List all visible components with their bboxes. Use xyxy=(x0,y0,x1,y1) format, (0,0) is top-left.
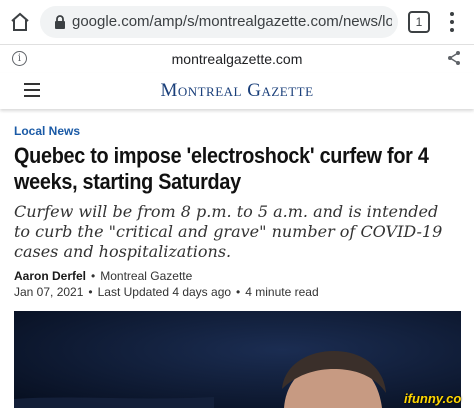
site-domain[interactable]: montrealgazette.com xyxy=(0,51,474,67)
amp-info-bar: i montrealgazette.com xyxy=(0,44,474,74)
dot-icon xyxy=(450,12,454,16)
lock-icon xyxy=(55,15,65,29)
home-icon xyxy=(11,12,29,31)
address-bar[interactable]: google.com/amp/s/montrealgazette.com/new… xyxy=(40,6,398,38)
section-label[interactable]: Local News xyxy=(14,124,80,138)
site-logo[interactable]: Montreal Gazette xyxy=(0,80,474,102)
byline: Aaron Derfel • Montreal Gazette xyxy=(14,269,192,283)
home-button[interactable] xyxy=(8,10,32,34)
hero-image[interactable] xyxy=(14,311,461,408)
article-headline: Quebec to impose 'electroshock' curfew f… xyxy=(14,143,429,194)
publish-date: Jan 07, 2021 xyxy=(14,285,84,299)
dot-icon xyxy=(450,20,454,24)
author-link[interactable]: Aaron Derfel xyxy=(14,269,86,283)
more-menu-button[interactable] xyxy=(444,10,460,34)
tab-switcher-button[interactable]: 1 xyxy=(408,11,430,33)
read-time: 4 minute read xyxy=(245,285,319,299)
browser-toolbar: google.com/amp/s/montrealgazette.com/new… xyxy=(0,0,474,44)
separator: • xyxy=(91,269,96,283)
url-text[interactable]: google.com/amp/s/montrealgazette.com/new… xyxy=(72,13,392,30)
site-header: Montreal Gazette xyxy=(0,73,474,109)
publication-name: Montreal Gazette xyxy=(100,269,193,283)
article-subheadline: Curfew will be from 8 p.m. to 5 a.m. and… xyxy=(14,202,443,261)
dot-icon xyxy=(450,28,454,32)
separator: • xyxy=(88,285,93,299)
tab-count: 1 xyxy=(408,11,430,33)
watermark: ifunny.co xyxy=(404,391,462,406)
separator: • xyxy=(236,285,241,299)
share-icon[interactable] xyxy=(446,50,462,66)
dateline: Jan 07, 2021 • Last Updated 4 days ago • 4 m… xyxy=(14,285,319,299)
updated-date: Last Updated 4 days ago xyxy=(97,285,232,299)
person-photo xyxy=(14,311,461,408)
